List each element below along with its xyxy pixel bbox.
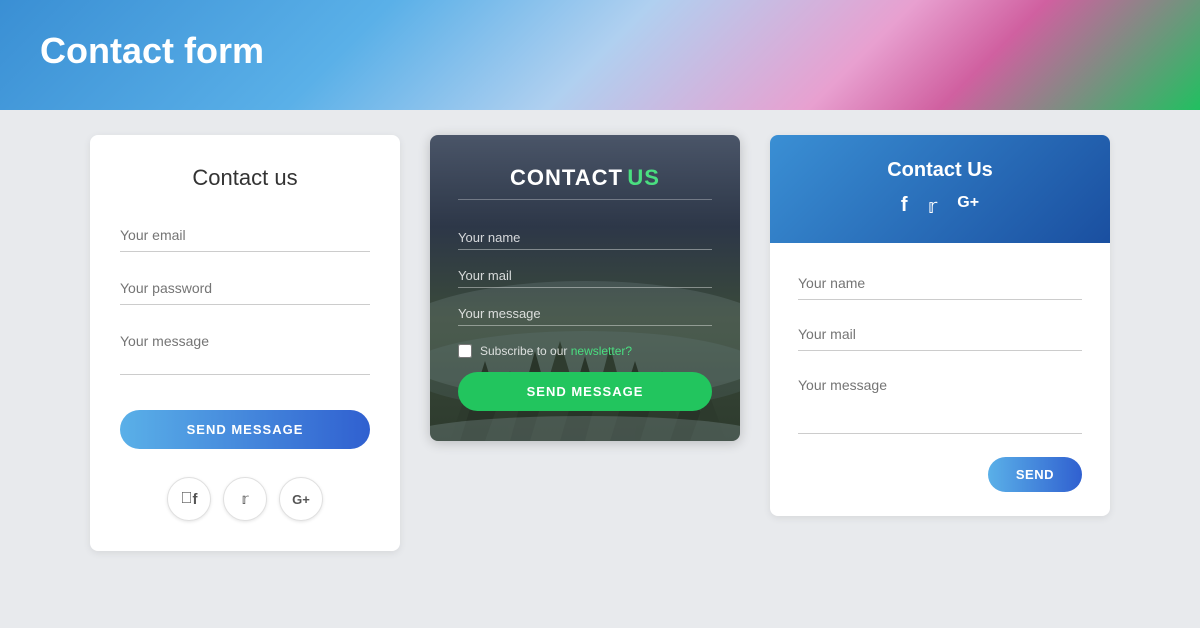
- card3-send-button[interactable]: SEND: [988, 457, 1082, 492]
- facebook-icon: : [181, 490, 193, 508]
- card2-content: CONTACT US Your name Your mail Your mess…: [430, 135, 740, 441]
- name-field-divider: [458, 249, 712, 250]
- us-text: US: [627, 165, 660, 190]
- email-field-group: [120, 219, 370, 252]
- email-input[interactable]: [120, 219, 370, 252]
- social-links:  f 𝕣 G+: [120, 477, 370, 521]
- facebook-label: f: [193, 491, 198, 508]
- card3-message-textarea[interactable]: [798, 369, 1082, 434]
- card-blue-header: Contact Us f 𝕣 G+ SEND: [770, 135, 1110, 516]
- send-message-button[interactable]: SEND MESSAGE: [120, 410, 370, 449]
- main-content: Contact us SEND MESSAGE  f 𝕣 G+: [0, 110, 1200, 576]
- message-textarea[interactable]: [120, 325, 370, 375]
- card2-name-label: Your name: [458, 230, 712, 245]
- card3-title: Contact Us: [800, 159, 1080, 182]
- title-divider: [458, 199, 712, 200]
- googleplus-icon: G+: [292, 492, 310, 507]
- card2-send-button[interactable]: SEND MESSAGE: [458, 372, 712, 411]
- googleplus-button[interactable]: G+: [279, 477, 323, 521]
- subscribe-label: Subscribe to our newsletter?: [480, 344, 632, 358]
- card3-googleplus-icon[interactable]: G+: [957, 194, 979, 219]
- card3-footer: SEND: [798, 457, 1082, 492]
- card3-mail-input[interactable]: [798, 318, 1082, 351]
- contact-text: CONTACT: [510, 165, 623, 190]
- card1-title: Contact us: [120, 165, 370, 191]
- twitter-icon: 𝕣: [241, 490, 248, 508]
- card3-mail-field: [798, 318, 1082, 351]
- card2-mail-label: Your mail: [458, 268, 712, 283]
- card2-message-label: Your message: [458, 306, 712, 321]
- password-field-group: [120, 272, 370, 305]
- mail-field-divider: [458, 287, 712, 288]
- card2-mail-field: Your mail: [458, 268, 712, 288]
- message-field-group: [120, 325, 370, 380]
- card3-header: Contact Us f 𝕣 G+: [770, 135, 1110, 243]
- card3-social-row: f 𝕣 G+: [800, 194, 1080, 219]
- card3-message-field: [798, 369, 1082, 439]
- card-forest: CONTACT US Your name Your mail Your mess…: [430, 135, 740, 441]
- newsletter-link[interactable]: newsletter?: [571, 344, 632, 358]
- message-field-divider: [458, 325, 712, 326]
- card3-facebook-icon[interactable]: f: [901, 194, 908, 219]
- card2-name-field: Your name: [458, 230, 712, 250]
- subscribe-checkbox[interactable]: [458, 344, 472, 358]
- card3-name-input[interactable]: [798, 267, 1082, 300]
- card3-name-field: [798, 267, 1082, 300]
- header: Contact form: [0, 0, 1200, 110]
- card3-twitter-icon[interactable]: 𝕣: [928, 194, 938, 219]
- password-input[interactable]: [120, 272, 370, 305]
- card-minimal: Contact us SEND MESSAGE  f 𝕣 G+: [90, 135, 400, 551]
- subscribe-row: Subscribe to our newsletter?: [458, 344, 712, 358]
- page-title: Contact form: [0, 0, 1200, 102]
- card3-body: SEND: [770, 243, 1110, 516]
- twitter-button[interactable]: 𝕣: [223, 477, 267, 521]
- facebook-button[interactable]:  f: [167, 477, 211, 521]
- card2-message-field: Your message: [458, 306, 712, 326]
- card2-header: CONTACT US: [458, 165, 712, 200]
- card2-title: CONTACT US: [458, 165, 712, 191]
